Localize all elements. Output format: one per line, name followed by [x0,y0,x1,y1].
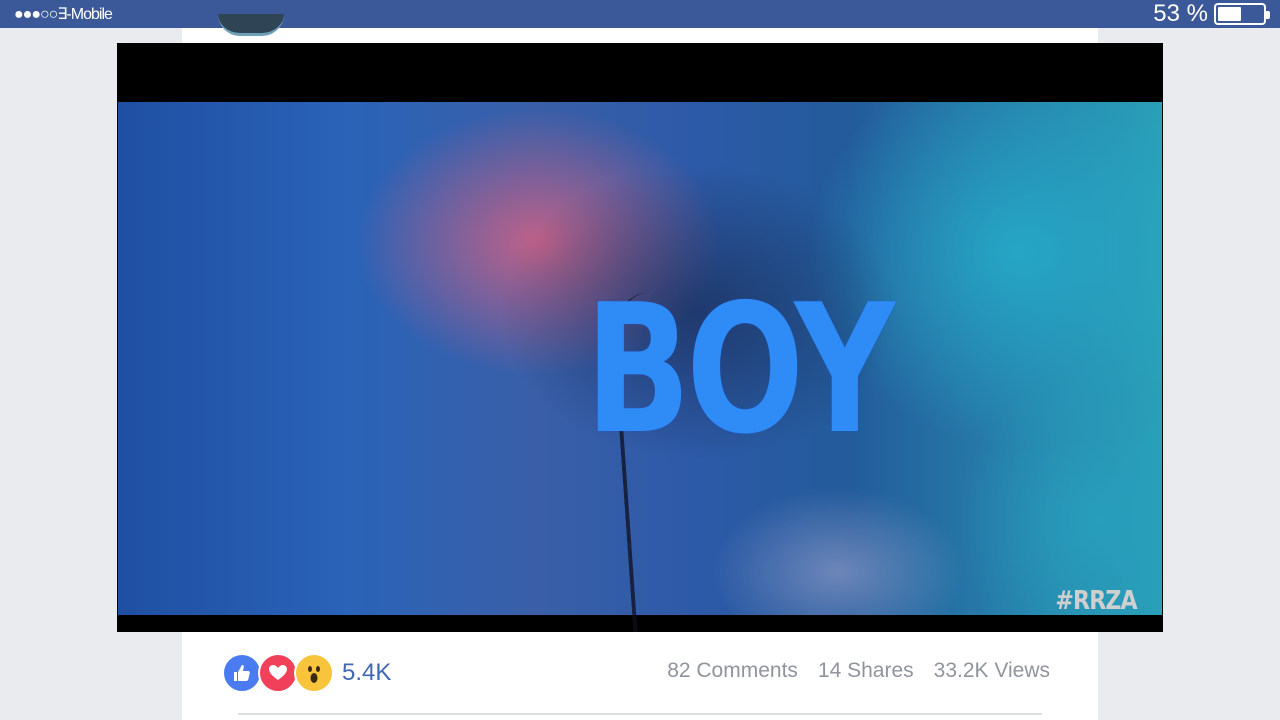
post-stats: 82 Comments 14 Shares 33.2K Views [667,659,1050,683]
video-watermark: #RRZA [1055,586,1138,616]
divider [238,713,1042,715]
wow-icon [294,653,334,693]
comments-count[interactable]: 82 Comments [667,659,798,683]
carrier-signal: ●●●○○∃-Mobile [14,4,113,24]
views-count: 33.2K Views [933,659,1050,682]
battery-status: 53 % [1153,0,1270,28]
battery-percent: 53 % [1153,0,1208,27]
reactions-summary[interactable]: 5.4K [222,652,391,694]
video-overlay-text: BOY [585,266,895,473]
love-icon [258,653,298,693]
reaction-count[interactable]: 5.4K [342,659,391,687]
shares-count[interactable]: 14 Shares [818,659,914,683]
battery-level [1218,7,1242,21]
like-icon [222,653,262,693]
carrier-label: ●●●○○∃-Mobile [14,6,113,23]
battery-icon [1214,3,1270,25]
status-bar: ●●●○○∃-Mobile 53 % [0,0,1280,28]
video-player[interactable]: BOY #RRZA [117,43,1163,632]
